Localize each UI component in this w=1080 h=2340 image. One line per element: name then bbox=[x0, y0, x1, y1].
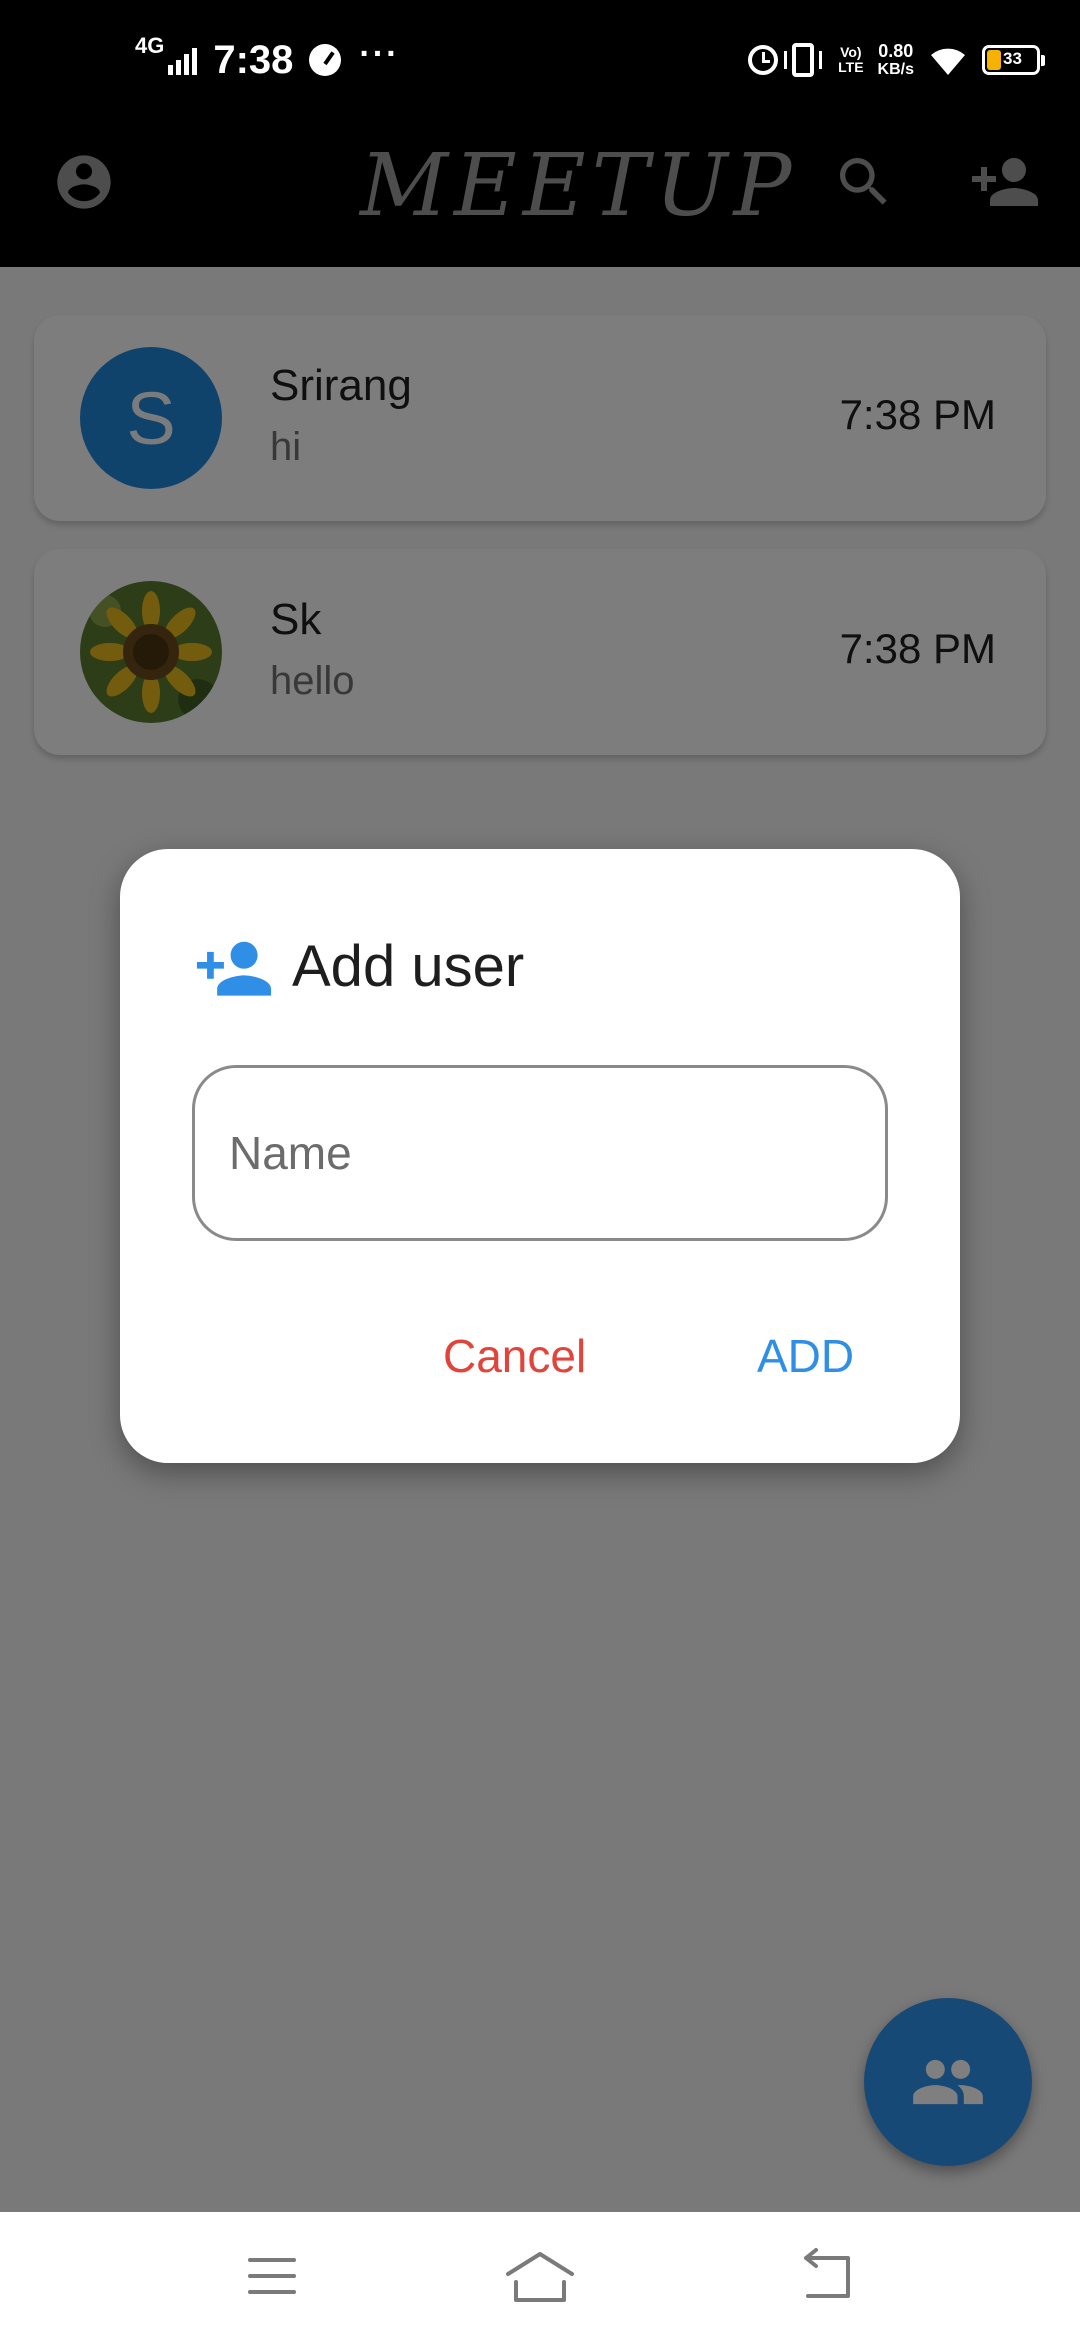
wifi-icon bbox=[931, 48, 965, 75]
speed-unit: KB/s bbox=[877, 60, 914, 78]
vibrate-icon bbox=[784, 43, 823, 77]
network-type: 4G bbox=[135, 33, 165, 58]
add-user-icon bbox=[196, 941, 272, 996]
network-speed: 0.80 KB/s bbox=[877, 40, 914, 78]
speedometer-icon bbox=[309, 44, 342, 76]
volte-bottom: LTE bbox=[838, 59, 864, 75]
back-icon[interactable] bbox=[796, 2248, 856, 2304]
status-bar: 4G 7:38 ··· Vo) LTE 0.80 KB/s 33 bbox=[0, 0, 1080, 120]
menu-icon[interactable] bbox=[244, 2248, 300, 2304]
battery-level: 33 bbox=[1003, 49, 1022, 68]
home-icon[interactable] bbox=[504, 2248, 576, 2308]
dialog-title: Add user bbox=[292, 934, 525, 999]
volte-top: Vo) bbox=[840, 44, 862, 60]
name-input[interactable] bbox=[192, 1065, 888, 1241]
add-button[interactable]: ADD bbox=[757, 1329, 854, 1383]
navigation-bar bbox=[0, 2212, 1080, 2340]
battery-fill bbox=[987, 50, 1001, 70]
more-notifications-icon: ··· bbox=[359, 34, 400, 73]
volte-indicator: Vo) LTE bbox=[838, 45, 863, 75]
speed-value: 0.80 bbox=[878, 40, 914, 61]
signal-icon bbox=[168, 45, 198, 75]
status-time: 7:38 bbox=[213, 37, 294, 82]
battery-icon: 33 bbox=[982, 45, 1045, 75]
add-user-dialog: Add user Cancel ADD bbox=[120, 849, 960, 1463]
alarm-icon bbox=[748, 45, 779, 75]
cancel-button[interactable]: Cancel bbox=[443, 1329, 586, 1383]
